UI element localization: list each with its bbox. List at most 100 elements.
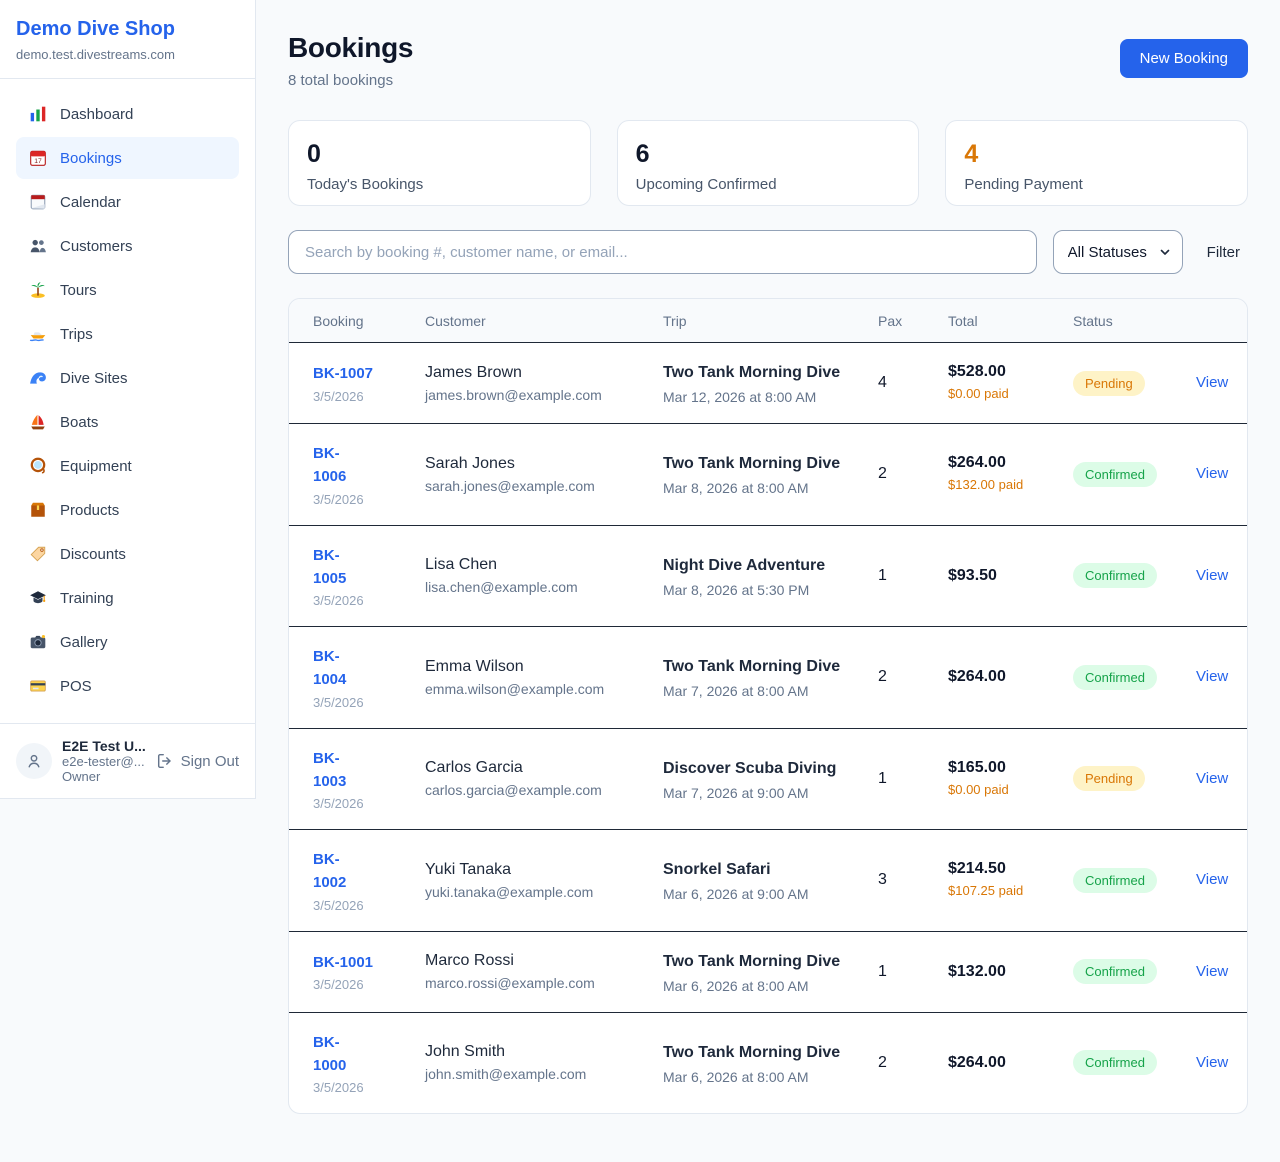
boats-icon: [28, 412, 48, 432]
total-amount: $264.00: [948, 668, 1041, 686]
booking-date: 3/5/2026: [313, 593, 393, 608]
view-link[interactable]: View: [1196, 1054, 1228, 1071]
booking-date: 3/5/2026: [313, 695, 393, 710]
booking-link[interactable]: BK- 1000: [313, 1031, 393, 1078]
sidebar-item-trips[interactable]: Trips: [16, 313, 239, 355]
sidebar-item-equipment[interactable]: Equipment: [16, 445, 239, 487]
trip-name: Two Tank Morning Dive: [663, 950, 846, 974]
table-row: BK- 1005 3/5/2026 Lisa Chen lisa.chen@ex…: [289, 525, 1248, 627]
sidebar-item-dashboard[interactable]: Dashboard: [16, 93, 239, 135]
sidebar-item-boats[interactable]: Boats: [16, 401, 239, 443]
sidebar: Demo Dive Shop demo.test.divestreams.com…: [0, 0, 256, 799]
booking-date: 3/5/2026: [313, 1080, 393, 1095]
sign-out-icon: [155, 751, 175, 771]
booking-link[interactable]: BK-1007: [313, 362, 393, 385]
equipment-icon: [28, 456, 48, 476]
sidebar-item-customers[interactable]: Customers: [16, 225, 239, 267]
total-amount: $264.00: [948, 1054, 1041, 1072]
status-badge: Pending: [1073, 766, 1145, 791]
sidebar-item-label: Tours: [60, 282, 97, 299]
booking-link[interactable]: BK-1001: [313, 951, 393, 974]
customer-email: sarah.jones@example.com: [425, 478, 631, 494]
stat-card: 4Pending Payment: [945, 120, 1248, 206]
view-link[interactable]: View: [1196, 668, 1228, 685]
trip-name: Two Tank Morning Dive: [663, 655, 846, 679]
trip-name: Two Tank Morning Dive: [663, 452, 846, 476]
view-link[interactable]: View: [1196, 567, 1228, 584]
booking-link[interactable]: BK- 1004: [313, 645, 393, 692]
status-badge: Confirmed: [1073, 959, 1157, 984]
sidebar-item-discounts[interactable]: Discounts: [16, 533, 239, 575]
status-badge: Confirmed: [1073, 1050, 1157, 1075]
bookings-table-card: BookingCustomerTripPaxTotalStatus BK-100…: [288, 298, 1248, 1114]
booking-date: 3/5/2026: [313, 492, 393, 507]
booking-link[interactable]: BK- 1002: [313, 848, 393, 895]
table-row: BK- 1000 3/5/2026 John Smith john.smith@…: [289, 1012, 1248, 1113]
search-input[interactable]: [288, 230, 1037, 274]
view-link[interactable]: View: [1196, 465, 1228, 482]
paid-amount: $132.00 paid: [948, 476, 1041, 494]
customer-name: Sarah Jones: [425, 455, 631, 473]
sidebar-item-pos[interactable]: POS: [16, 665, 239, 707]
pax-count: 4: [862, 343, 932, 424]
column-header: Total: [932, 299, 1057, 343]
svg-text:17: 17: [34, 158, 42, 165]
booking-link[interactable]: BK- 1003: [313, 747, 393, 794]
sidebar-item-calendar[interactable]: Calendar: [16, 181, 239, 223]
sidebar-item-tours[interactable]: Tours: [16, 269, 239, 311]
customers-icon: [28, 236, 48, 256]
total-amount: $528.00: [948, 363, 1041, 381]
view-link[interactable]: View: [1196, 770, 1228, 787]
shop-name: Demo Dive Shop: [16, 18, 239, 41]
sidebar-item-label: Products: [60, 502, 119, 519]
new-booking-button[interactable]: New Booking: [1120, 39, 1248, 78]
sidebar-item-label: Gallery: [60, 634, 108, 651]
status-badge: Confirmed: [1073, 462, 1157, 487]
total-amount: $93.50: [948, 567, 1041, 585]
trip-date: Mar 12, 2026 at 8:00 AM: [663, 389, 846, 405]
status-select[interactable]: All Statuses: [1053, 230, 1183, 274]
calendar-icon: [28, 192, 48, 212]
total-amount: $165.00: [948, 759, 1041, 777]
table-header-row: BookingCustomerTripPaxTotalStatus: [289, 299, 1248, 343]
stats-cards: 0Today's Bookings6Upcoming Confirmed4Pen…: [288, 120, 1248, 206]
booking-link[interactable]: BK- 1005: [313, 544, 393, 591]
table-row: BK-1007 3/5/2026 James Brown james.brown…: [289, 343, 1248, 424]
customer-email: marco.rossi@example.com: [425, 975, 631, 991]
customer-email: john.smith@example.com: [425, 1066, 631, 1082]
view-link[interactable]: View: [1196, 374, 1228, 391]
pos-icon: [28, 676, 48, 696]
trip-name: Snorkel Safari: [663, 858, 846, 882]
filter-button[interactable]: Filter: [1199, 244, 1248, 261]
user-icon: [24, 751, 44, 771]
user-role: Owner: [62, 769, 145, 784]
dashboard-icon: [28, 104, 48, 124]
sidebar-nav: Dashboard17BookingsCalendar Customers Tour…: [0, 79, 255, 723]
sidebar-item-products[interactable]: Products: [16, 489, 239, 531]
customer-name: John Smith: [425, 1043, 631, 1061]
sidebar-item-label: Discounts: [60, 546, 126, 563]
sidebar-item-label: Customers: [60, 238, 133, 255]
customer-email: yuki.tanaka@example.com: [425, 884, 631, 900]
trip-date: Mar 8, 2026 at 8:00 AM: [663, 480, 846, 496]
sidebar-item-dive-sites[interactable]: Dive Sites: [16, 357, 239, 399]
total-amount: $214.50: [948, 860, 1041, 878]
sidebar-item-label: Trips: [60, 326, 93, 343]
page-title: Bookings: [288, 32, 413, 64]
pax-count: 1: [862, 931, 932, 1012]
pax-count: 1: [862, 728, 932, 830]
trips-icon: [28, 324, 48, 344]
view-link[interactable]: View: [1196, 871, 1228, 888]
paid-amount: $0.00 paid: [948, 781, 1041, 799]
view-link[interactable]: View: [1196, 963, 1228, 980]
pax-count: 2: [862, 424, 932, 526]
booking-link[interactable]: BK- 1006: [313, 442, 393, 489]
customer-email: emma.wilson@example.com: [425, 681, 631, 697]
sign-out-button[interactable]: Sign Out: [155, 751, 239, 771]
trip-date: Mar 7, 2026 at 9:00 AM: [663, 785, 846, 801]
stat-label: Upcoming Confirmed: [636, 176, 901, 193]
sidebar-item-training[interactable]: Training: [16, 577, 239, 619]
sidebar-item-bookings[interactable]: 17Bookings: [16, 137, 239, 179]
sidebar-item-gallery[interactable]: Gallery: [16, 621, 239, 663]
table-row: BK- 1006 3/5/2026 Sarah Jones sarah.jone…: [289, 424, 1248, 526]
